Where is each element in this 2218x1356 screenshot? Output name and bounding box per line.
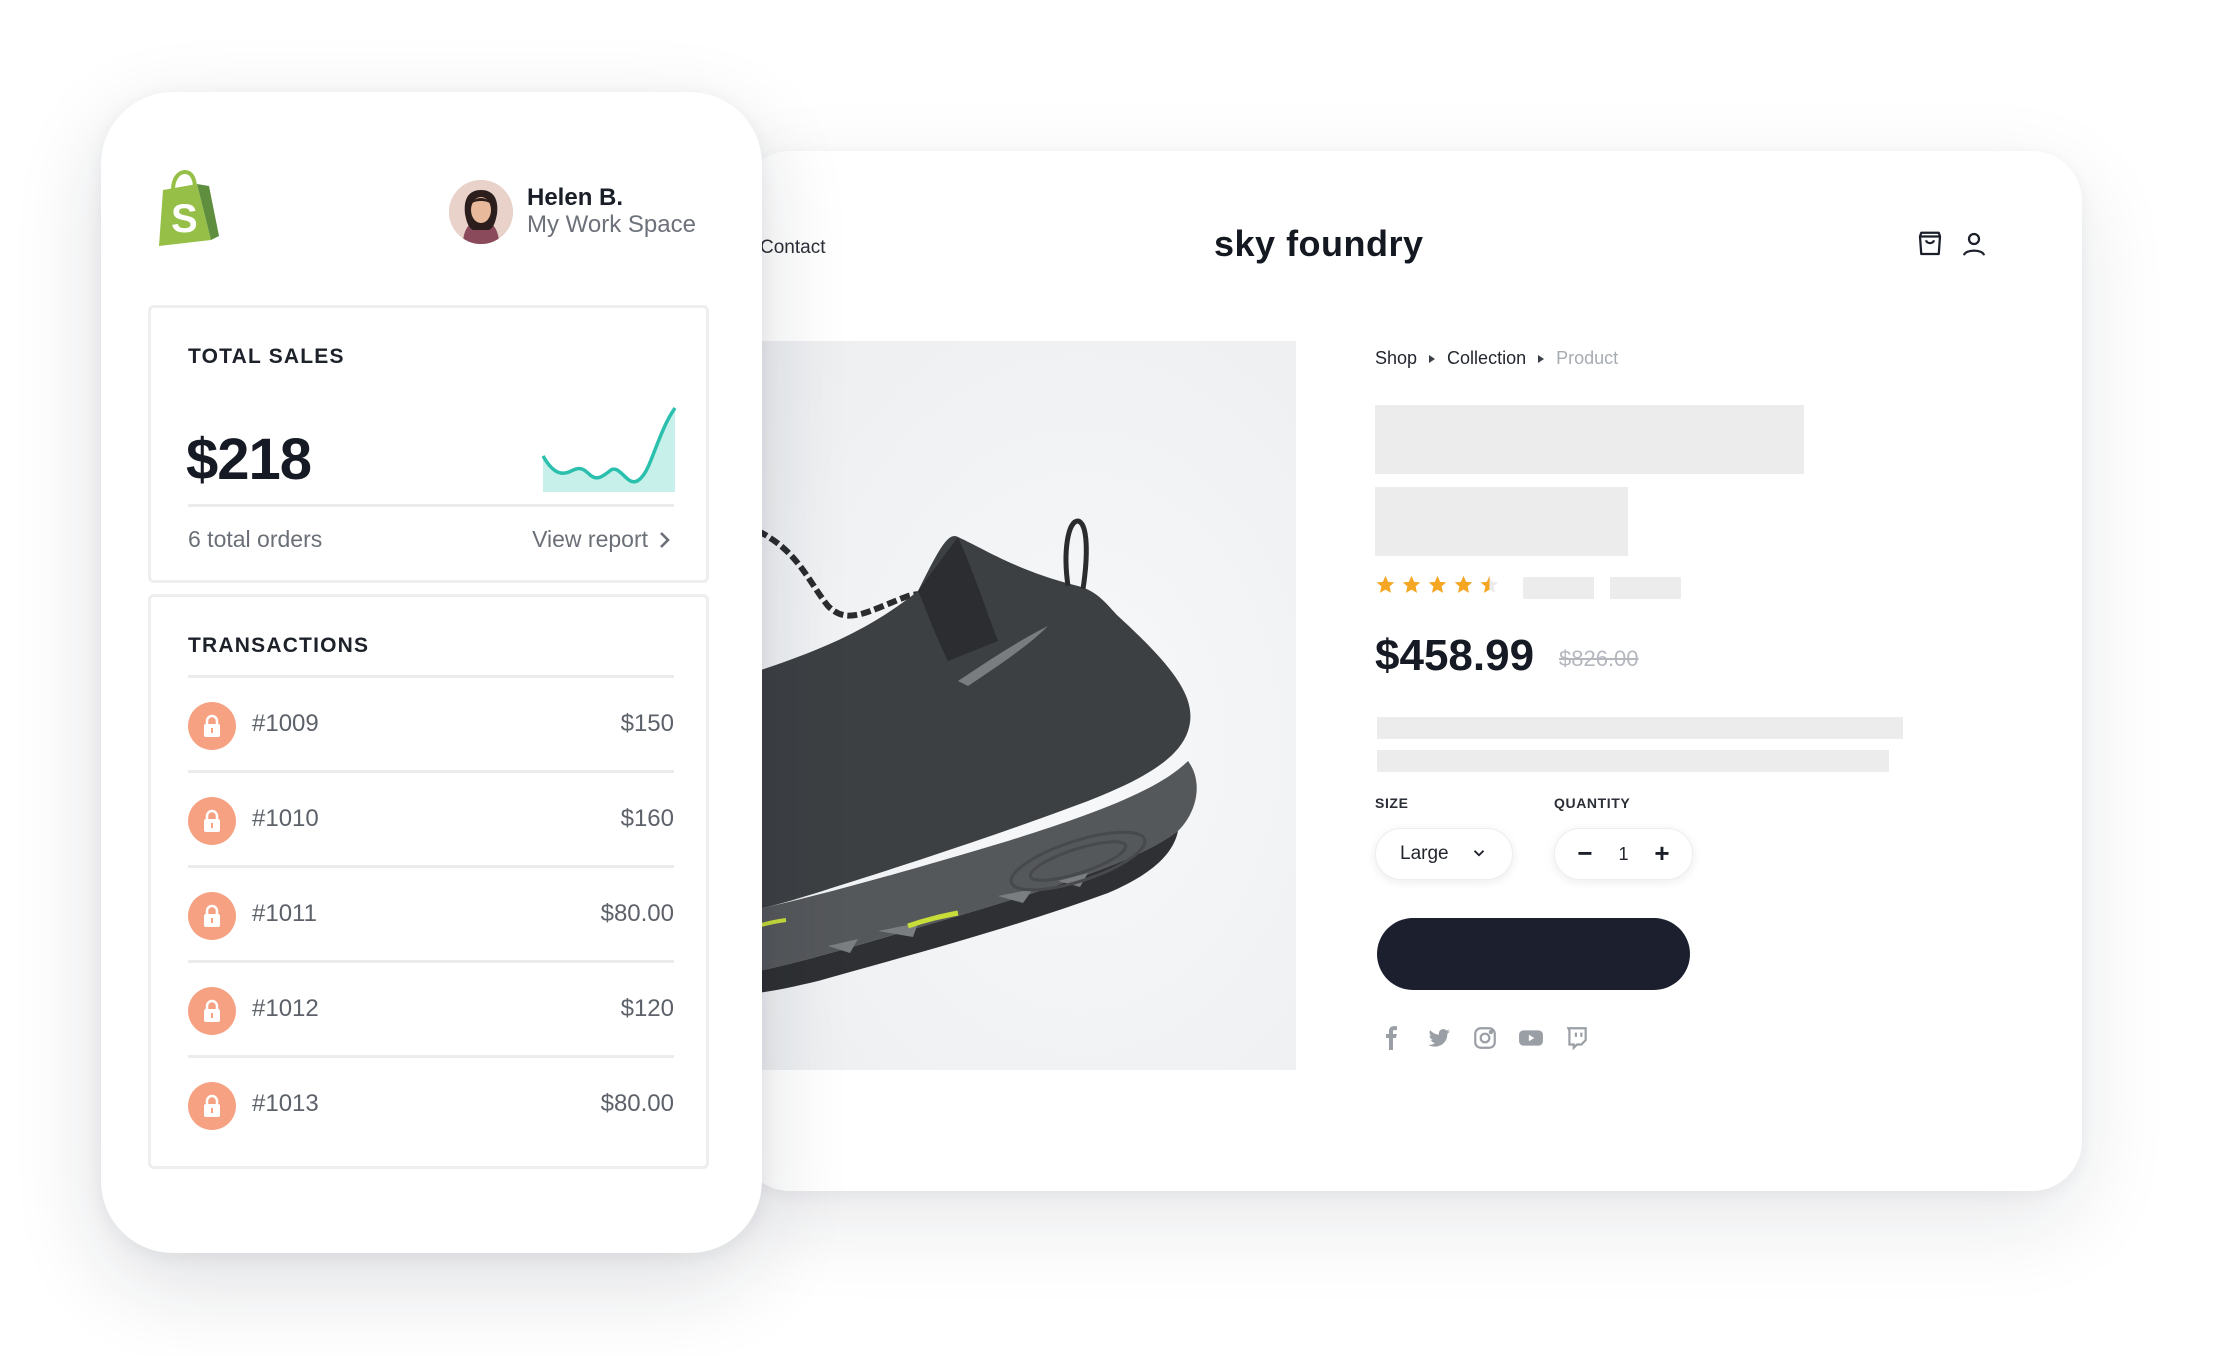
lock-icon <box>188 892 236 940</box>
product-rating <box>1375 574 1500 595</box>
chevron-right-icon <box>660 531 670 548</box>
admin-dashboard-card: S Helen B. My Work Space TOTAL SALES $21… <box>101 92 762 1253</box>
svg-text:S: S <box>171 197 198 241</box>
quantity-stepper: − 1 + <box>1554 828 1693 880</box>
store-brand-logo[interactable]: sky foundry <box>1214 223 1424 265</box>
youtube-icon[interactable] <box>1518 1025 1544 1051</box>
social-links <box>1380 1025 1590 1051</box>
instagram-icon[interactable] <box>1472 1025 1498 1051</box>
twitter-icon[interactable] <box>1426 1025 1452 1051</box>
star-icon <box>1402 575 1421 593</box>
total-sales-card: TOTAL SALES $218 6 total orders View rep… <box>148 305 709 583</box>
transaction-row[interactable]: #1011 $80.00 <box>188 868 674 963</box>
breadcrumb-separator-icon <box>1429 354 1436 363</box>
account-icon[interactable] <box>1959 229 1989 259</box>
avatar[interactable] <box>449 180 513 244</box>
view-report-link[interactable]: View report <box>532 526 672 553</box>
shopify-logo-icon: S <box>159 170 219 246</box>
product-image <box>758 341 1296 1070</box>
breadcrumb-product: Product <box>1556 348 1619 368</box>
description-line-placeholder <box>1377 750 1889 772</box>
transaction-row[interactable]: #1012 $120 <box>188 963 674 1058</box>
transaction-id: #1012 <box>252 995 319 1022</box>
total-orders: 6 total orders <box>188 526 323 552</box>
transaction-row[interactable]: #1010 $160 <box>188 773 674 868</box>
star-icon <box>1376 575 1395 593</box>
card-divider <box>188 504 674 507</box>
description-line-placeholder <box>1377 717 1903 739</box>
quantity-label: QUANTITY <box>1554 795 1631 811</box>
workspace-name[interactable]: My Work Space <box>527 211 696 239</box>
total-sales-title: TOTAL SALES <box>188 345 345 368</box>
product-price: $458.99 <box>1375 631 1535 680</box>
size-select[interactable]: Large <box>1375 828 1513 880</box>
breadcrumb: Shop Collection Product <box>1375 348 1618 369</box>
lock-icon <box>188 797 236 845</box>
lock-icon <box>188 702 236 750</box>
lock-icon <box>188 987 236 1035</box>
user-name: Helen B. <box>527 184 624 211</box>
breadcrumb-collection[interactable]: Collection <box>1447 348 1526 369</box>
size-selected-value: Large <box>1400 843 1449 864</box>
size-label: SIZE <box>1375 795 1409 811</box>
product-subtitle-placeholder <box>1375 487 1628 556</box>
rating-count-placeholder <box>1523 577 1594 599</box>
facebook-icon[interactable] <box>1380 1025 1406 1051</box>
nav-contact-link[interactable]: Contact <box>760 237 825 259</box>
review-link-placeholder <box>1610 577 1681 599</box>
star-icon <box>1454 575 1473 593</box>
transaction-amount: $160 <box>620 805 674 832</box>
transaction-row[interactable]: #1009 $150 <box>188 678 674 773</box>
transaction-id: #1011 <box>252 900 317 927</box>
minus-icon[interactable]: − <box>1575 840 1595 866</box>
chevron-down-icon <box>1473 850 1485 857</box>
transaction-id: #1013 <box>252 1090 319 1117</box>
cart-icon[interactable] <box>1915 229 1945 259</box>
breadcrumb-shop[interactable]: Shop <box>1375 348 1417 369</box>
transaction-id: #1010 <box>252 805 319 832</box>
sales-sparkline <box>541 406 677 492</box>
storefront-window: Contact sky foundry Shop Collection Prod… <box>740 151 2082 1191</box>
product-title-placeholder <box>1375 405 1804 474</box>
quantity-value[interactable]: 1 <box>1618 844 1628 865</box>
lock-icon <box>188 1082 236 1130</box>
view-report-label: View report <box>532 526 648 552</box>
star-icon <box>1428 575 1447 593</box>
half-star-icon <box>1480 575 1499 593</box>
transactions-card: TRANSACTIONS #1009 $150 #1010 $160 #1011… <box>148 594 709 1169</box>
transaction-id: #1009 <box>252 710 319 737</box>
transaction-amount: $80.00 <box>600 1090 674 1117</box>
plus-icon[interactable]: + <box>1652 840 1672 866</box>
transaction-amount: $150 <box>620 710 674 737</box>
transactions-title: TRANSACTIONS <box>188 634 370 657</box>
compare-at-price: $826.00 <box>1559 646 1639 671</box>
transaction-amount: $120 <box>620 995 674 1022</box>
transaction-row[interactable]: #1013 $80.00 <box>188 1058 674 1153</box>
breadcrumb-separator-icon <box>1538 354 1545 363</box>
total-sales-value: $218 <box>186 427 312 492</box>
transaction-amount: $80.00 <box>600 900 674 927</box>
twitch-icon[interactable] <box>1564 1025 1590 1051</box>
add-to-cart-button[interactable] <box>1377 918 1690 990</box>
